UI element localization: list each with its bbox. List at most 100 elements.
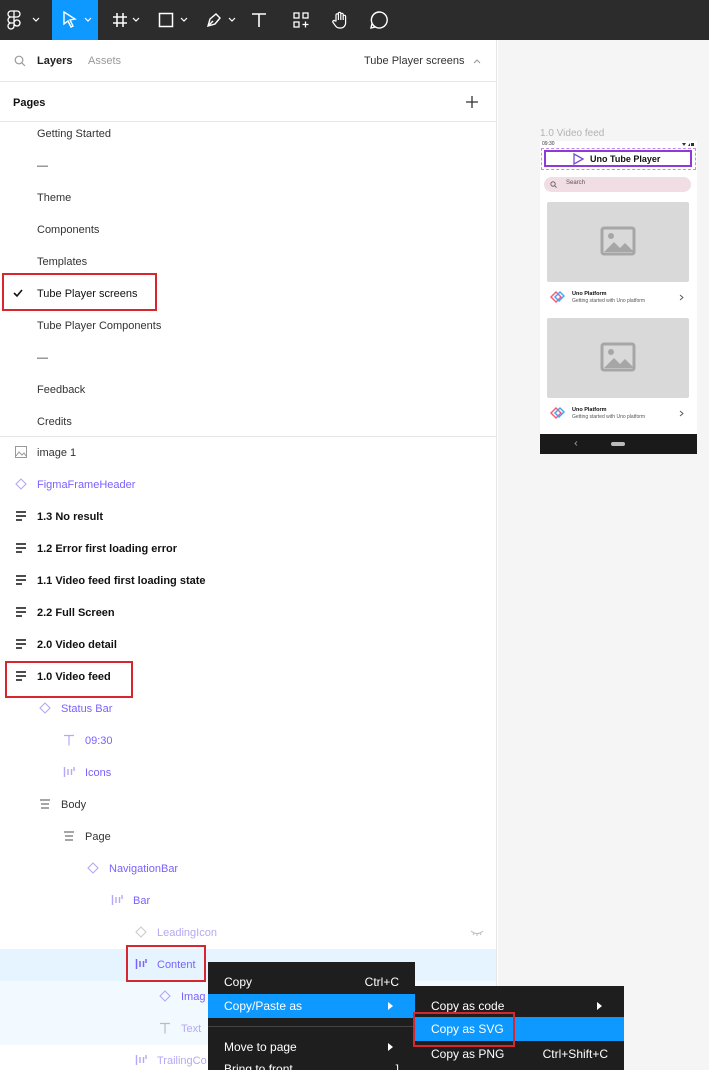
menu-item-copy[interactable]: Copy Ctrl+C: [208, 970, 415, 994]
layer-row[interactable]: image 1: [0, 437, 496, 469]
component-instance-icon: [87, 862, 99, 874]
layer-row[interactable]: 09:30: [0, 725, 496, 757]
chevron-right-icon: [679, 410, 684, 417]
frame-rows-icon: [16, 511, 26, 521]
page-item-theme[interactable]: Theme: [0, 182, 496, 214]
main-menu-button[interactable]: [6, 0, 42, 40]
comment-tool-button[interactable]: [369, 0, 393, 40]
chevron-up-icon[interactable]: [473, 58, 481, 64]
android-nav-bar: [540, 434, 697, 454]
highlight-box: [5, 661, 133, 698]
card-subtitle: Getting started with Uno platform: [572, 298, 646, 304]
toolbar: [0, 0, 709, 40]
app-title: Uno Tube Player: [590, 154, 661, 164]
layer-row[interactable]: 1.1 Video feed first loading state: [0, 565, 496, 597]
pen-tool-button[interactable]: [200, 0, 240, 40]
frame-rows-icon: [16, 575, 26, 585]
frame-rows-icon: [16, 543, 26, 553]
cursor-arrow-icon: [63, 11, 77, 28]
auto-layout-horizontal-icon: [135, 1055, 147, 1065]
pen-icon: [206, 13, 221, 28]
layer-row[interactable]: Body: [0, 789, 496, 821]
page-item-components[interactable]: Components: [0, 214, 496, 246]
app-bar[interactable]: Uno Tube Player: [544, 150, 692, 167]
uno-logo-icon: [549, 290, 565, 304]
card-subtitle: Getting started with Uno platform: [572, 414, 646, 420]
auto-layout-vertical-icon: [64, 831, 74, 841]
layer-row[interactable]: LeadingIcon: [0, 917, 496, 949]
layer-row[interactable]: Icons: [0, 757, 496, 789]
layer-row[interactable]: NavigationBar: [0, 853, 496, 885]
frame-hash-icon: [113, 13, 127, 27]
search-placeholder: Search: [566, 180, 586, 186]
video-thumbnail: [547, 318, 689, 398]
hidden-eye-icon[interactable]: [470, 930, 484, 936]
status-time: 09:30: [542, 141, 555, 147]
shape-tool-button[interactable]: [152, 0, 192, 40]
video-card[interactable]: Uno Platform Getting started with Uno pl…: [545, 318, 689, 429]
video-thumbnail: [547, 202, 689, 282]
pages-title: Pages: [13, 97, 46, 109]
video-card[interactable]: Uno Platform Getting started with Uno pl…: [545, 202, 689, 313]
frame-label[interactable]: 1.0 Video feed: [540, 128, 604, 139]
chevron-down-icon: [84, 17, 92, 22]
tab-layers[interactable]: Layers: [37, 55, 72, 67]
auto-layout-horizontal-icon: [111, 895, 123, 905]
move-tool-button[interactable]: [52, 0, 98, 40]
page-item-getting-started[interactable]: Getting Started: [0, 118, 496, 150]
image-placeholder-icon: [600, 226, 636, 256]
search-icon: [550, 181, 557, 188]
layer-row[interactable]: FigmaFrameHeader: [0, 469, 496, 501]
hand-tool-button[interactable]: [330, 0, 354, 40]
comment-icon: [370, 11, 388, 29]
design-canvas[interactable]: 1.0 Video feed 09:30 Uno Tube Player Sea…: [498, 40, 709, 1070]
hand-icon: [332, 11, 347, 29]
frame-rows-icon: [16, 639, 26, 649]
card-channel: Uno Platform: [572, 407, 607, 413]
component-instance-icon: [135, 926, 147, 938]
page-item-feedback[interactable]: Feedback: [0, 374, 496, 406]
component-instance-icon: [15, 478, 27, 490]
highlight-box: [2, 273, 157, 311]
search-icon[interactable]: [14, 55, 26, 67]
frame-rows-icon: [16, 607, 26, 617]
panel-tabs: Layers Assets Tube Player screens: [0, 40, 496, 82]
chevron-down-icon: [180, 17, 188, 22]
add-page-icon[interactable]: [466, 96, 478, 108]
card-channel: Uno Platform: [572, 291, 607, 297]
page-item-divider[interactable]: —: [0, 150, 496, 182]
submenu-arrow-icon: [388, 1043, 393, 1051]
rectangle-icon: [158, 12, 174, 28]
layer-row[interactable]: 1.2 Error first loading error: [0, 533, 496, 565]
resources-icon: [293, 12, 309, 28]
video-feed-frame[interactable]: 09:30 Uno Tube Player Search Uno Platfor…: [540, 141, 697, 454]
submenu-arrow-icon: [388, 1002, 393, 1010]
page-selector[interactable]: Tube Player screens: [364, 55, 464, 67]
resources-button[interactable]: [292, 0, 316, 40]
component-instance-icon: [39, 702, 51, 714]
text-tool-button[interactable]: [250, 0, 274, 40]
page-item-tube-player-components[interactable]: Tube Player Components: [0, 310, 496, 342]
highlight-box: [413, 1012, 515, 1047]
auto-layout-horizontal-icon: [63, 767, 75, 777]
text-tool-icon: [252, 13, 266, 27]
layer-row[interactable]: Bar: [0, 885, 496, 917]
figma-logo-icon: [7, 10, 21, 30]
page-item-divider[interactable]: —: [0, 342, 496, 374]
home-pill-icon: [611, 442, 625, 446]
submenu-arrow-icon: [597, 1002, 602, 1010]
menu-item-bring-to-front[interactable]: Bring to front ]: [208, 1057, 415, 1070]
layer-row[interactable]: 2.2 Full Screen: [0, 597, 496, 629]
menu-item-copy-paste-as[interactable]: Copy/Paste as: [208, 994, 415, 1018]
search-bar[interactable]: Search: [544, 177, 691, 192]
layer-row[interactable]: Page: [0, 821, 496, 853]
menu-item-move-to-page[interactable]: Move to page: [208, 1035, 415, 1059]
highlight-box: [126, 945, 206, 982]
chevron-right-icon: [679, 294, 684, 301]
frame-tool-button[interactable]: [106, 0, 146, 40]
layer-row[interactable]: 2.0 Video detail: [0, 629, 496, 661]
status-icons-icon: [682, 143, 694, 146]
layer-row[interactable]: 1.3 No result: [0, 501, 496, 533]
page-item-credits[interactable]: Credits: [0, 406, 496, 438]
tab-assets[interactable]: Assets: [88, 55, 121, 67]
